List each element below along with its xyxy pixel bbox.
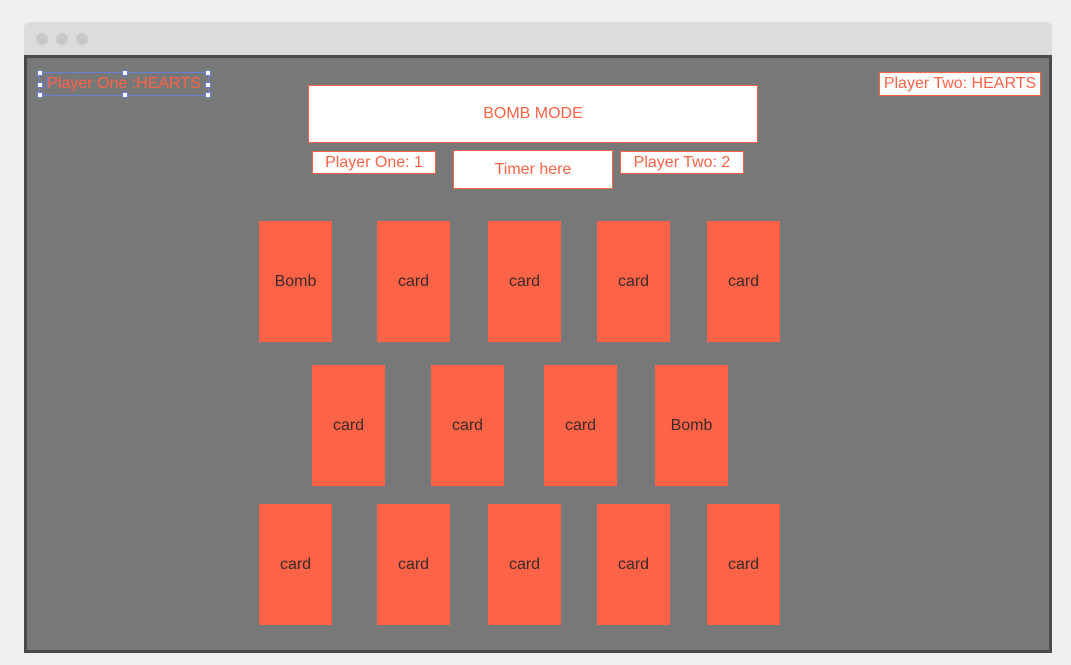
player-one-hearts-text: Player One :HEARTS (47, 75, 201, 92)
card-r2-c4[interactable]: Bomb (655, 365, 728, 486)
resize-handle-top-right[interactable] (205, 70, 211, 76)
player-two-score: Player Two: 2 (620, 151, 744, 174)
resize-handle-bottom-left[interactable] (37, 92, 43, 98)
resize-handle-top[interactable] (122, 70, 128, 76)
maximize-dot[interactable] (76, 33, 88, 45)
resize-handle-top-left[interactable] (37, 70, 43, 76)
resize-handle-left[interactable] (37, 82, 43, 88)
card-r2-c3[interactable]: card (544, 365, 617, 486)
card-r1-c2[interactable]: card (377, 221, 450, 342)
resize-handle-right[interactable] (205, 82, 211, 88)
card-r3-c4[interactable]: card (597, 504, 670, 625)
card-r1-c1[interactable]: Bomb (259, 221, 332, 342)
player-two-hearts-label: Player Two: HEARTS (879, 72, 1041, 96)
card-r2-c1[interactable]: card (312, 365, 385, 486)
player-one-score: Player One: 1 (312, 151, 436, 174)
card-r2-c2[interactable]: card (431, 365, 504, 486)
card-r3-c1[interactable]: card (259, 504, 332, 625)
minimize-dot[interactable] (56, 33, 68, 45)
mockup-window: | Player One :HEARTS Player Two: HEARTS … (24, 22, 1052, 665)
window-titlebar (24, 22, 1052, 55)
game-canvas: | Player One :HEARTS Player Two: HEARTS … (24, 55, 1052, 653)
text-cursor-icon: | (46, 73, 50, 89)
resize-handle-bottom[interactable] (122, 92, 128, 98)
resize-handle-bottom-right[interactable] (205, 92, 211, 98)
mode-title: BOMB MODE (308, 85, 758, 143)
player-one-hearts-label[interactable]: | Player One :HEARTS (37, 70, 211, 98)
card-r3-c2[interactable]: card (377, 504, 450, 625)
timer-display: Timer here (453, 150, 613, 189)
card-r1-c5[interactable]: card (707, 221, 780, 342)
card-r3-c3[interactable]: card (488, 504, 561, 625)
card-r3-c5[interactable]: card (707, 504, 780, 625)
card-r1-c4[interactable]: card (597, 221, 670, 342)
close-dot[interactable] (36, 33, 48, 45)
card-r1-c3[interactable]: card (488, 221, 561, 342)
